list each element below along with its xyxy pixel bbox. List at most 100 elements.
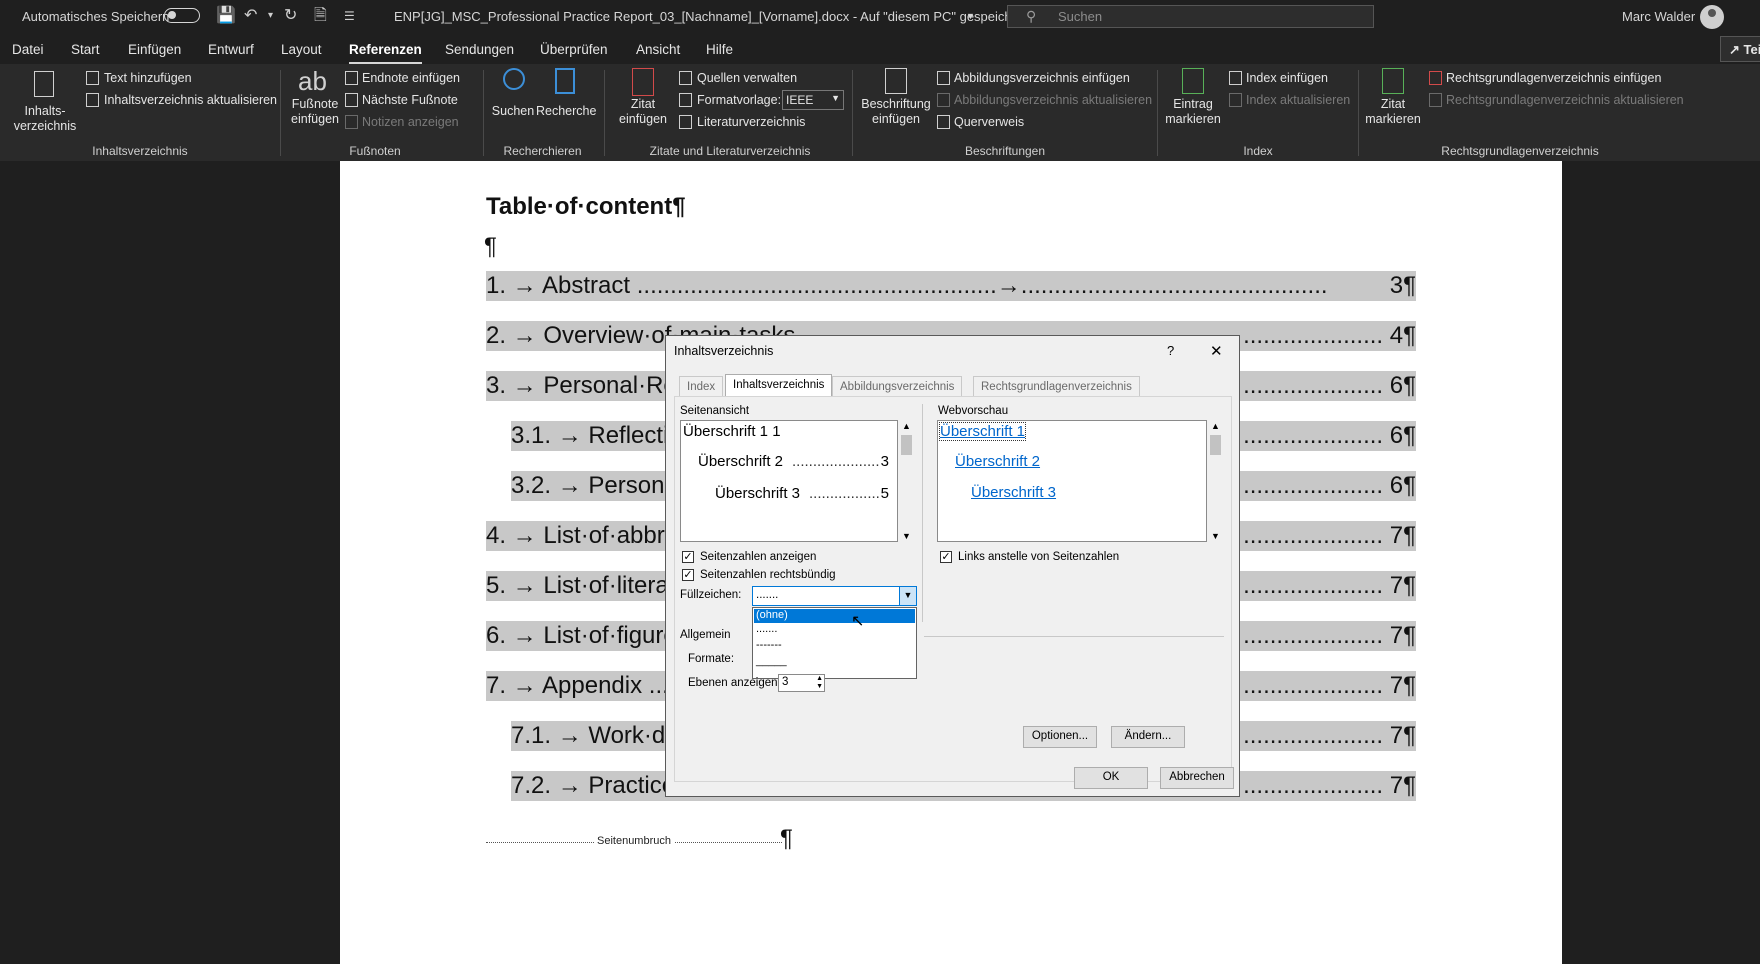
menu-referenzen[interactable]: Referenzen [349, 42, 422, 65]
scroll-thumb[interactable] [1210, 435, 1221, 455]
tab-rechtsgrundlagen[interactable]: Rechtsgrundlagenverzeichnis [973, 376, 1140, 396]
spin-down-icon[interactable]: ▼ [816, 683, 823, 690]
mouse-cursor-icon: ↖ [851, 613, 865, 630]
next-footnote-button[interactable]: Nächste Fußnote [362, 93, 458, 107]
crossref-button[interactable]: Querverweis [954, 115, 1024, 129]
dropdown-option[interactable]: _____ [754, 655, 915, 669]
menu-ueberpruefen[interactable]: Überprüfen [540, 42, 608, 57]
style-select[interactable]: IEEE ▼ [782, 90, 844, 110]
next-footnote-icon [345, 93, 358, 107]
ok-button[interactable]: OK [1074, 767, 1148, 789]
right-align-checkbox[interactable]: ✓ [682, 569, 694, 581]
scroll-down-icon[interactable]: ▼ [1211, 531, 1220, 541]
page-break-pilcrow[interactable]: ¶ [780, 824, 793, 854]
tab-leader-label: Füllzeichen: [680, 589, 742, 601]
show-notes-button: Notizen anzeigen [362, 115, 459, 129]
tab-abbildungsverzeichnis[interactable]: Abbildungsverzeichnis [832, 376, 963, 396]
levels-spinner[interactable]: 3 ▲ ▼ [778, 674, 825, 692]
redo-icon[interactable]: ↻ [284, 6, 297, 26]
share-button[interactable]: ↗ Teilen [1720, 36, 1760, 62]
ribbon-separator [852, 70, 853, 156]
insert-citation-button[interactable]: Zitat einfügen [612, 97, 674, 127]
manage-sources-button[interactable]: Quellen verwalten [697, 71, 797, 85]
use-hyperlinks-label[interactable]: Links anstelle von Seitenzahlen [958, 551, 1119, 563]
tab-inhaltsverzeichnis[interactable]: Inhaltsverzeichnis [725, 374, 833, 397]
group-label-footnotes: Fußnoten [349, 144, 401, 158]
autosave-label: Automatisches Speichern [22, 9, 170, 24]
dropdown-option[interactable]: ------- [754, 639, 915, 653]
save-icon[interactable]: 💾 [216, 6, 236, 26]
ribbon-separator [1358, 70, 1359, 156]
options-button[interactable]: Optionen... [1023, 726, 1097, 748]
insert-endnote-button[interactable]: Endnote einfügen [362, 71, 460, 85]
user-avatar[interactable] [1700, 5, 1724, 29]
menu-ansicht[interactable]: Ansicht [636, 42, 680, 57]
web-preview-box: Überschrift 1 Überschrift 2 Überschrift … [937, 420, 1207, 542]
title-dropdown-icon[interactable]: ▼ [966, 11, 975, 21]
show-page-numbers-label[interactable]: Seitenzahlen anzeigen [700, 551, 816, 563]
style-value: IEEE [786, 93, 814, 107]
autosave-toggle[interactable] [164, 8, 200, 23]
pilcrow-paragraph[interactable]: ¶ [484, 232, 497, 262]
undo-icon[interactable]: ↶ [244, 6, 257, 26]
modify-button[interactable]: Ändern... [1111, 726, 1185, 748]
menu-einfuegen[interactable]: Einfügen [128, 42, 181, 57]
scroll-thumb[interactable] [901, 435, 912, 455]
search-button[interactable]: Suchen [490, 104, 536, 119]
print-preview-scrollbar[interactable]: ▲ ▼ [898, 420, 915, 542]
search-box[interactable]: ⚲ Suchen [1007, 5, 1374, 28]
menu-datei[interactable]: Datei [12, 42, 44, 57]
tab-index[interactable]: Index [679, 376, 724, 396]
update-authorities-icon [1429, 93, 1442, 107]
scroll-down-icon[interactable]: ▼ [902, 531, 911, 541]
dropdown-option[interactable]: (ohne) [754, 609, 915, 623]
bibliography-button[interactable]: Literaturverzeichnis [697, 115, 805, 129]
insert-tof-button[interactable]: Abbildungsverzeichnis einfügen [954, 71, 1130, 85]
insert-authorities-icon [1429, 71, 1442, 85]
close-button[interactable]: ✕ [1210, 342, 1223, 360]
menu-hilfe[interactable]: Hilfe [706, 42, 733, 57]
dropdown-option[interactable]: ....... [754, 623, 915, 637]
help-button[interactable]: ? [1167, 343, 1174, 358]
tab-leader-select[interactable]: ....... ▼ [752, 586, 917, 606]
menu-start[interactable]: Start [71, 42, 100, 57]
add-text-button[interactable]: Text hinzufügen [104, 71, 192, 85]
preview-heading-1: Überschrift 1 1 [683, 423, 781, 440]
scroll-up-icon[interactable]: ▲ [1211, 421, 1220, 431]
researcher-button[interactable]: Recherche [536, 104, 596, 119]
use-hyperlinks-checkbox[interactable]: ✓ [940, 551, 952, 563]
mark-citation-button[interactable]: Zitat markieren [1362, 97, 1424, 127]
toc-entry[interactable]: 1. → Abstract ..........................… [486, 271, 1416, 301]
spin-up-icon[interactable]: ▲ [816, 675, 823, 682]
right-align-label[interactable]: Seitenzahlen rechtsbündig [700, 569, 836, 581]
insert-footnote-button[interactable]: Fußnote einfügen [288, 97, 342, 127]
group-label-research: Recherchieren [503, 144, 582, 158]
insert-caption-button[interactable]: Beschriftung einfügen [860, 97, 932, 127]
toc-dialog: Inhaltsverzeichnis ? ✕ Index Inhaltsverz… [665, 335, 1240, 797]
document-title[interactable]: ENP[JG]_MSC_Professional Practice Report… [394, 9, 1027, 24]
insert-authorities-button[interactable]: Rechtsgrundlagenverzeichnis einfügen [1446, 71, 1661, 85]
scroll-up-icon[interactable]: ▲ [902, 421, 911, 431]
print-preview-label: Seitenansicht [680, 405, 750, 417]
customize-qat-icon[interactable]: ☰ [344, 6, 355, 26]
show-page-numbers-checkbox[interactable]: ✓ [682, 551, 694, 563]
user-name[interactable]: Marc Walder [1622, 9, 1695, 24]
update-toc-button[interactable]: Inhaltsverzeichnis aktualisieren [104, 93, 277, 107]
researcher-icon [555, 68, 575, 94]
touch-mode-icon[interactable]: 🗎 [314, 6, 327, 26]
manage-sources-icon [679, 71, 692, 85]
menu-sendungen[interactable]: Sendungen [445, 42, 514, 57]
web-preview-link-3: Überschrift 3 [971, 484, 1057, 501]
web-preview-scrollbar[interactable]: ▲ ▼ [1207, 420, 1224, 542]
cancel-button[interactable]: Abbrechen [1160, 767, 1234, 789]
mark-entry-button[interactable]: Eintrag markieren [1162, 97, 1224, 127]
chevron-down-icon[interactable]: ▼ [899, 587, 916, 605]
toc-button[interactable]: Inhalts- verzeichnis [8, 104, 82, 134]
menu-entwurf[interactable]: Entwurf [208, 42, 254, 57]
insert-index-button[interactable]: Index einfügen [1246, 71, 1328, 85]
update-authorities-button: Rechtsgrundlagenverzeichnis aktualisiere… [1446, 93, 1684, 107]
menu-layout[interactable]: Layout [281, 42, 322, 57]
group-label-citations: Zitate und Literaturverzeichnis [649, 144, 811, 158]
undo-dropdown-icon[interactable]: ▾ [268, 6, 273, 26]
toc-heading[interactable]: Table·of·content¶ [486, 193, 686, 221]
